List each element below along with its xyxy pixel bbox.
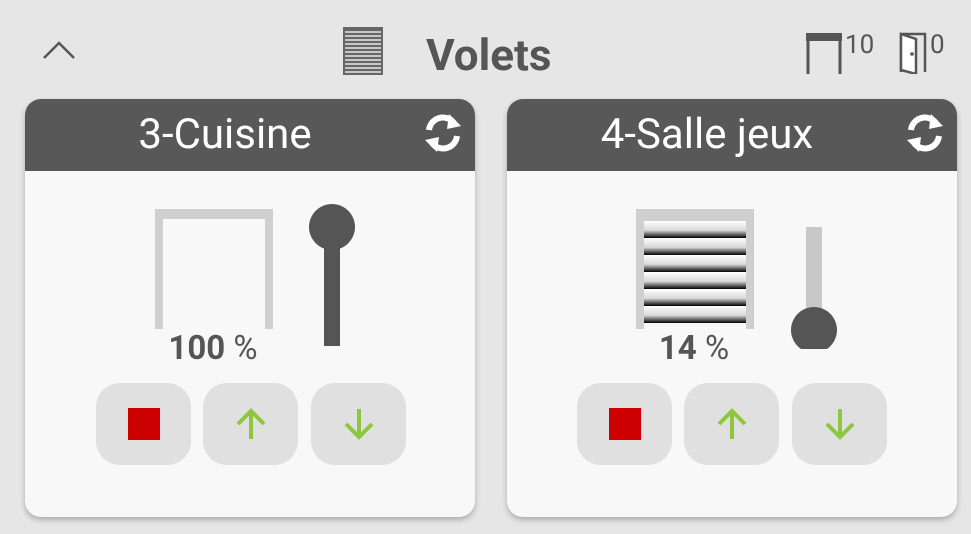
door-icon — [899, 32, 927, 74]
card-header: 3-Cuisine — [25, 99, 475, 171]
position-percent: 100 % — [133, 327, 293, 371]
position-slider[interactable] — [790, 204, 838, 353]
arrow-up-icon — [236, 408, 265, 439]
arrow-down-icon — [825, 409, 854, 440]
open-shutters-count: 10 — [805, 30, 874, 76]
down-button[interactable] — [311, 383, 406, 465]
shutter-closed-visual — [636, 209, 754, 329]
card-title: 3-Cuisine — [138, 110, 312, 159]
open-doors-count: 0 — [898, 30, 945, 76]
position-slider[interactable] — [308, 204, 356, 349]
open-doors-count-value: 0 — [930, 30, 945, 60]
down-button[interactable] — [792, 383, 887, 465]
refresh-button[interactable] — [905, 112, 945, 154]
stop-button[interactable] — [577, 383, 672, 465]
page-header: Volets 10 0 — [0, 0, 971, 96]
percent-value: 100 — [168, 329, 226, 368]
refresh-icon — [907, 114, 943, 152]
stop-icon — [127, 408, 160, 440]
percent-unit: % — [704, 329, 730, 368]
percent-unit: % — [233, 329, 258, 368]
shutter-card-salle-jeux: 4-Salle jeux 14 % — [507, 99, 957, 517]
percent-value: 14 — [658, 329, 697, 368]
stop-button[interactable] — [96, 383, 191, 465]
refresh-button[interactable] — [423, 112, 463, 154]
arrow-up-icon — [717, 408, 746, 439]
shutter-card-cuisine: 3-Cuisine 100 % — [25, 99, 475, 517]
up-button[interactable] — [684, 383, 779, 465]
position-percent: 14 % — [614, 327, 774, 371]
up-button[interactable] — [203, 383, 298, 465]
refresh-icon — [425, 114, 461, 152]
card-title: 4-Salle jeux — [600, 110, 814, 159]
shutter-icon — [343, 27, 383, 75]
open-shutter-icon — [806, 33, 842, 74]
arrow-down-icon — [344, 409, 373, 440]
stop-icon — [608, 408, 641, 440]
chevron-up-icon — [43, 41, 75, 59]
slider-graphic — [309, 204, 355, 346]
open-shutters-count-value: 10 — [845, 30, 875, 60]
card-header: 4-Salle jeux — [507, 99, 957, 171]
shutter-open-visual — [155, 209, 273, 329]
collapse-button[interactable] — [40, 38, 78, 64]
page-title: Volets — [426, 29, 552, 81]
slider-graphic — [791, 227, 837, 353]
